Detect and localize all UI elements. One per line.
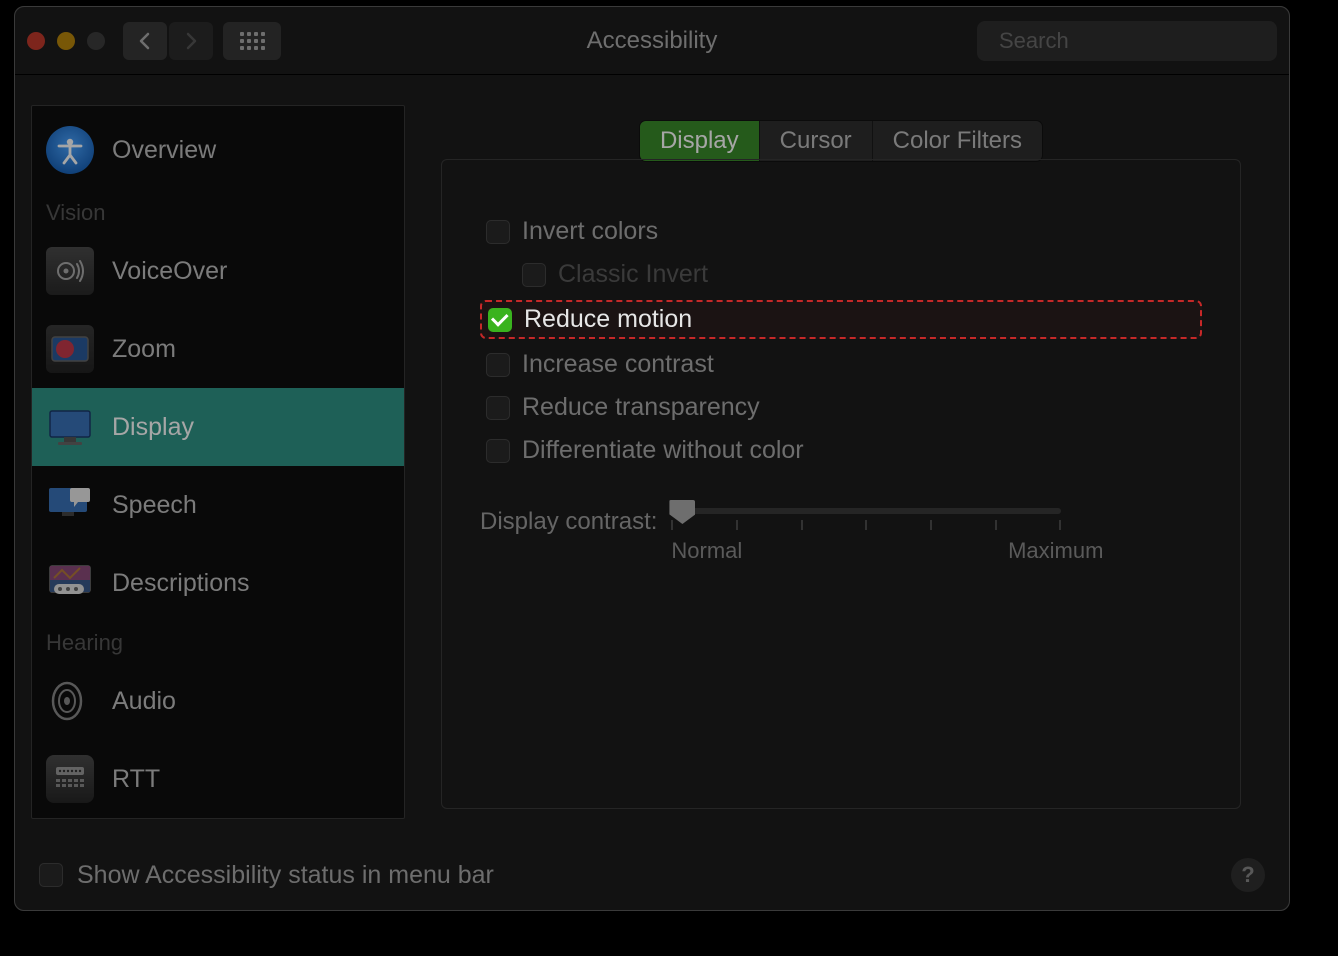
diff-without-color-checkbox[interactable] [486,439,510,463]
sidebar: Overview Vision VoiceOver Zoom Displa [31,105,405,819]
sidebar-item-overview[interactable]: Overview [32,110,404,190]
sidebar-item-label: Zoom [112,335,176,364]
nav-buttons [123,22,213,60]
reduce-transparency-label: Reduce transparency [522,393,760,422]
tab-group: Display Cursor Color Filters [640,121,1042,161]
voiceover-icon [46,247,94,295]
reduce-motion-label: Reduce motion [524,305,692,334]
rtt-icon [46,755,94,803]
window-body: Overview Vision VoiceOver Zoom Displa [15,75,1289,848]
slider-min-label: Normal [671,538,742,564]
display-contrast-label: Display contrast: [480,508,657,536]
sidebar-item-label: Overview [112,136,216,165]
sidebar-item-label: Display [112,413,194,442]
sidebar-item-label: RTT [112,765,160,794]
sidebar-item-descriptions[interactable]: Descriptions [32,544,404,622]
display-icon [46,403,94,451]
diff-without-color-row[interactable]: Differentiate without color [480,433,1202,468]
reduce-transparency-checkbox[interactable] [486,396,510,420]
show-all-button[interactable] [223,22,281,60]
grid-icon [240,32,265,50]
traffic-lights [27,32,105,50]
sidebar-section-hearing: Hearing [32,622,404,662]
diff-without-color-label: Differentiate without color [522,436,804,465]
search-field[interactable] [977,21,1277,61]
minimize-window-button[interactable] [57,32,75,50]
chevron-right-icon [184,32,198,50]
forward-button[interactable] [169,22,213,60]
increase-contrast-label: Increase contrast [522,350,714,379]
window-title: Accessibility [587,27,718,55]
classic-invert-checkbox [522,263,546,287]
back-button[interactable] [123,22,167,60]
audio-icon [46,677,94,725]
show-status-label: Show Accessibility status in menu bar [77,861,494,890]
help-button[interactable]: ? [1231,858,1265,892]
sidebar-item-label: Descriptions [112,569,250,598]
display-contrast-slider[interactable]: Normal Maximum [671,508,1202,564]
search-input[interactable] [999,28,1287,54]
display-contrast-block: Display contrast: Normal Maximum [480,508,1202,564]
sidebar-item-label: Speech [112,491,197,520]
main-content: Display Cursor Color Filters Invert colo… [421,105,1261,832]
close-window-button[interactable] [27,32,45,50]
sidebar-item-zoom[interactable]: Zoom [32,310,404,388]
tab-color-filters[interactable]: Color Filters [872,121,1042,161]
chevron-left-icon [138,32,152,50]
classic-invert-label: Classic Invert [558,260,708,289]
sidebar-item-rtt[interactable]: RTT [32,740,404,818]
invert-colors-checkbox[interactable] [486,220,510,244]
increase-contrast-row[interactable]: Increase contrast [480,347,1202,382]
show-status-checkbox[interactable] [39,863,63,887]
footer: Show Accessibility status in menu bar ? [15,848,1289,910]
zoom-window-button[interactable] [87,32,105,50]
reduce-motion-row[interactable]: Reduce motion [480,300,1202,339]
sidebar-item-display[interactable]: Display [32,388,404,466]
slider-minmax-labels: Normal Maximum [671,538,1103,564]
sidebar-section-vision: Vision [32,192,404,232]
sidebar-item-speech[interactable]: Speech [32,466,404,544]
tab-cursor[interactable]: Cursor [759,121,872,161]
display-options-panel: Invert colors Classic Invert Reduce moti… [441,159,1241,809]
reduce-transparency-row[interactable]: Reduce transparency [480,390,1202,425]
reduce-motion-checkbox[interactable] [488,308,512,332]
zoom-icon [46,325,94,373]
invert-colors-label: Invert colors [522,217,658,246]
preferences-window: Accessibility Overview Vision VoiceOver [14,6,1290,911]
tab-display[interactable]: Display [640,121,759,161]
increase-contrast-checkbox[interactable] [486,353,510,377]
classic-invert-row: Classic Invert [516,257,1202,292]
sidebar-item-audio[interactable]: Audio [32,662,404,740]
sidebar-item-voiceover[interactable]: VoiceOver [32,232,404,310]
sidebar-item-label: VoiceOver [112,257,227,286]
accessibility-overview-icon [46,126,94,174]
title-bar: Accessibility [15,7,1289,75]
slider-max-label: Maximum [1008,538,1103,564]
sidebar-item-label: Audio [112,687,176,716]
invert-colors-row[interactable]: Invert colors [480,214,1202,249]
speech-icon [46,481,94,529]
descriptions-icon [46,559,94,607]
